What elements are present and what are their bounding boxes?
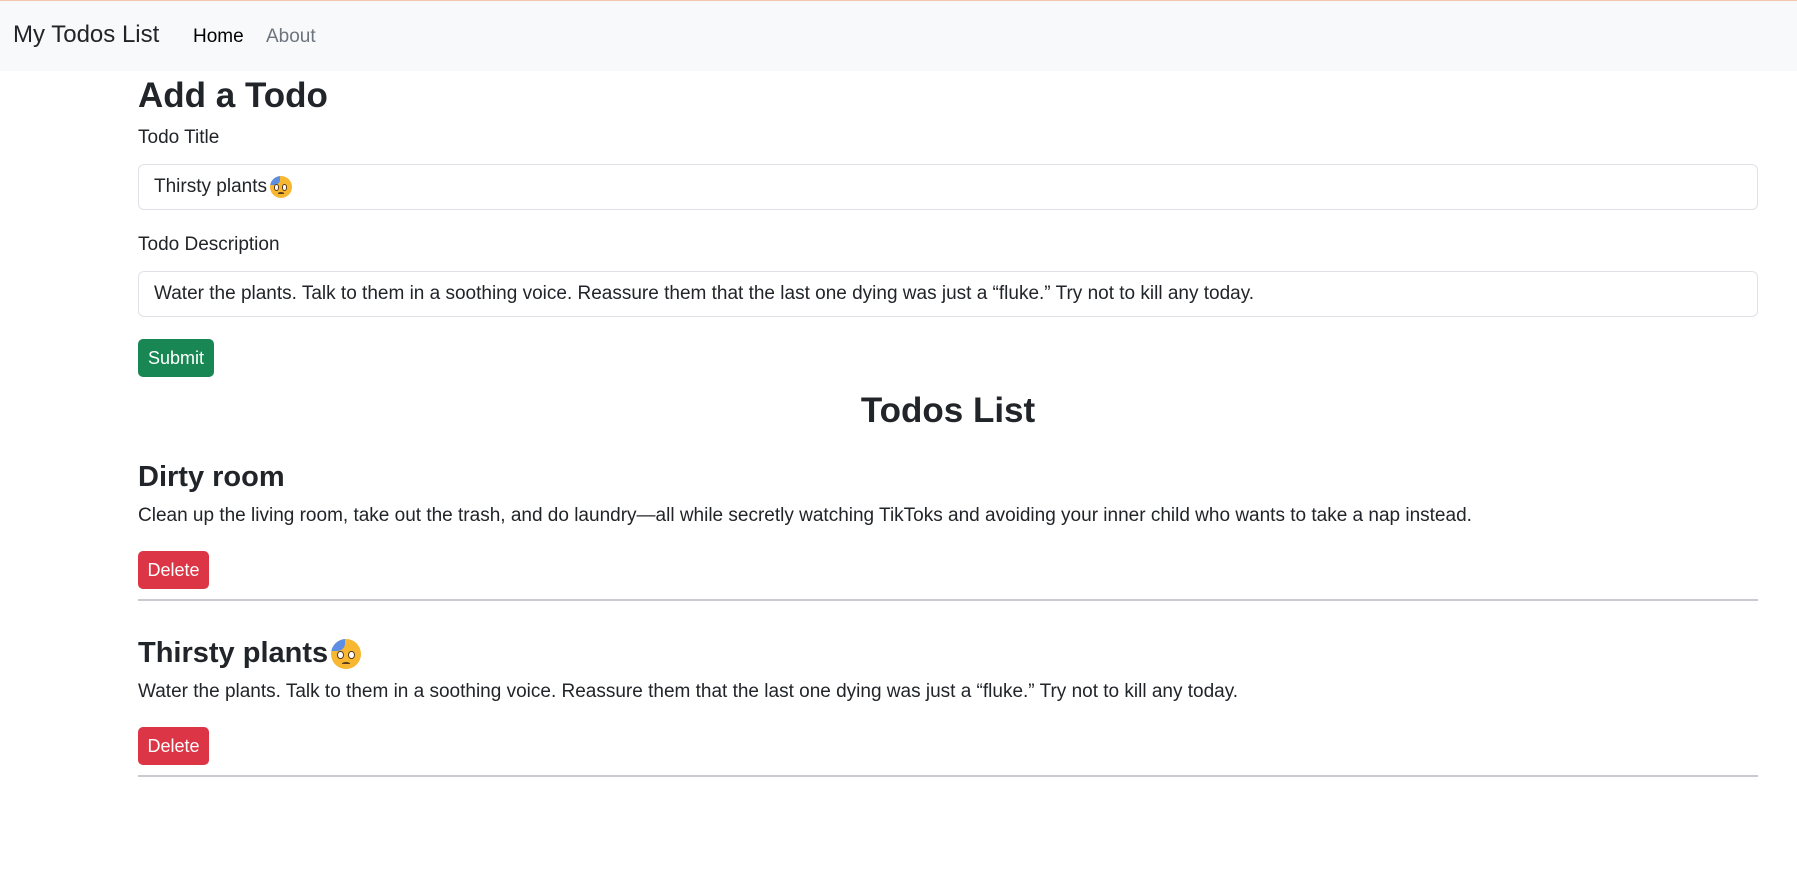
navbar-brand[interactable]: My Todos List xyxy=(13,21,159,49)
todo-description-input[interactable]: Water the plants. Talk to them in a soot… xyxy=(138,271,1758,317)
todo-item-title: Dirty room xyxy=(138,461,285,493)
todo-title-input-value: Thirsty plants xyxy=(154,176,267,197)
todo-item-description: Clean up the living room, take out the t… xyxy=(138,505,1472,526)
nav-link-home[interactable]: Home xyxy=(193,26,244,48)
anxious-sweat-face-icon xyxy=(269,176,292,198)
delete-button[interactable]: Delete xyxy=(138,551,209,589)
anxious-sweat-face-icon xyxy=(331,639,362,670)
delete-button[interactable]: Delete xyxy=(138,727,209,765)
navbar: My Todos List Home About xyxy=(0,1,1797,71)
todo-item-description: Water the plants. Talk to them in a soot… xyxy=(138,681,1239,702)
divider xyxy=(138,599,1758,601)
submit-button[interactable]: Submit xyxy=(138,339,214,377)
todo-description-label: Todo Description xyxy=(138,234,280,255)
nav-link-about[interactable]: About xyxy=(266,26,316,48)
todo-item-title-row: Thirsty plants xyxy=(138,635,362,671)
todo-title-label: Todo Title xyxy=(138,127,220,148)
todo-title-input[interactable]: Thirsty plants xyxy=(138,164,1758,210)
todo-item-title: Thirsty plants xyxy=(138,637,329,669)
add-todo-heading: Add a Todo xyxy=(138,76,328,115)
todo-description-input-value: Water the plants. Talk to them in a soot… xyxy=(154,283,1255,304)
divider xyxy=(138,775,1758,777)
todos-list-heading: Todos List xyxy=(860,391,1036,430)
